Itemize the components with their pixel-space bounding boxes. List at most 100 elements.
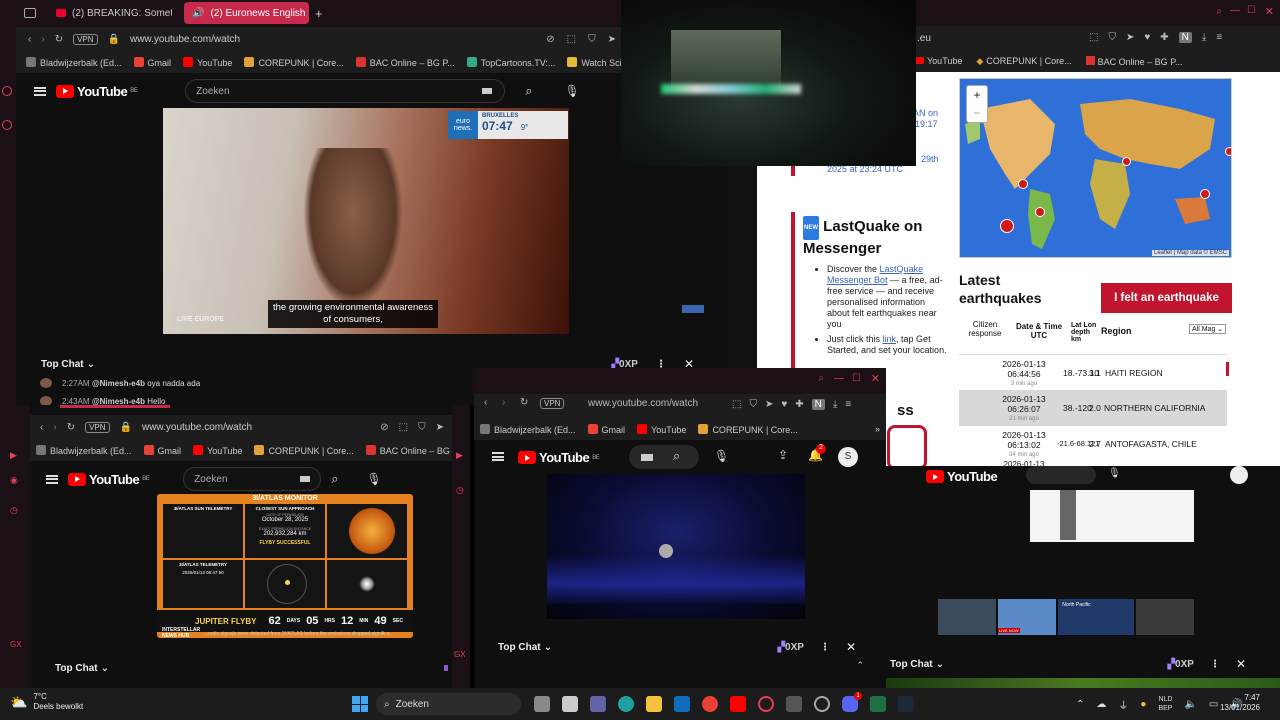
send-icon[interactable]: ➤ [1126,32,1134,43]
quake-marker[interactable] [1035,207,1045,217]
tab-breaking[interactable]: (2) BREAKING: Something [48,2,180,24]
screenshot-icon[interactable]: ⬚ [567,34,576,45]
table-scrollbar[interactable] [1226,362,1229,376]
vpn-badge[interactable]: VPN [540,398,565,409]
search-icon[interactable]: ⌕ [331,471,338,487]
mic-icon[interactable]: 🎙 [714,449,729,463]
bookmark-item[interactable]: BAC Online – BG P... [1085,55,1183,67]
close-icon[interactable]: ✕ [846,640,856,654]
camera-preview[interactable] [621,0,916,166]
keyboard-icon[interactable] [641,454,653,461]
heart-icon[interactable]: ♥ [1144,32,1150,43]
upload-icon[interactable]: ⇪ [778,448,788,462]
url-fragment[interactable]: .eu [917,33,931,44]
shield-icon[interactable]: ⛉ [1108,32,1116,43]
mic-icon[interactable]: 🎙 [564,84,579,98]
get-started-link[interactable]: link [883,334,897,344]
mic-icon[interactable]: 🎙 [1108,468,1121,479]
teams-icon[interactable] [590,696,606,712]
close-button[interactable]: ✕ [1265,5,1274,18]
screenshot-icon[interactable]: ⬚ [399,422,408,433]
youtube-logo[interactable]: YouTube BE [518,450,600,465]
opera-gx-icon[interactable] [758,696,774,712]
chat-title[interactable]: Top Chat [55,663,98,674]
xp-badge[interactable]: ▞0XP [1167,659,1194,670]
xp-badge[interactable]: ▞0XP [777,642,804,653]
table-row[interactable]: 2026-01-13 06:26:07 21 min ago 38.-120 2.0… [959,390,1227,426]
vpn-badge[interactable]: VPN [85,421,110,433]
maximize-button[interactable]: ☐ [852,373,861,384]
sidebar-icon[interactable]: GX [10,640,22,649]
usb-icon[interactable]: ⏚ [1118,697,1128,712]
quake-marker[interactable] [1200,189,1210,199]
bookmark-item[interactable]: Bladwijzerbalk (Ed... [36,444,132,456]
back-icon[interactable]: ‹ [484,397,487,408]
calculator-icon[interactable] [786,696,802,712]
bookmark-item[interactable]: TopCartoons.TV:... [466,56,555,68]
url-field[interactable]: www.youtube.com/watch [588,398,698,409]
search-icon[interactable]: ⌕ [525,83,532,99]
tab-euronews[interactable]: 🔊 (2) Euronews English L [184,2,309,24]
zoom-in-button[interactable]: + [967,86,987,104]
pin-icon[interactable]: ⊘ [546,34,554,45]
screenshot-icon[interactable]: ⬚ [732,399,741,410]
excel-icon[interactable] [870,696,886,712]
minimize-button[interactable]: — [1230,5,1240,16]
sidebar-icon-2[interactable] [2,120,12,130]
reload-icon[interactable]: ↻ [520,397,528,408]
more-bookmarks-icon[interactable]: » [875,424,880,434]
chevron-up-icon[interactable]: ⌃ [856,660,864,671]
zoom-out-button[interactable]: − [967,104,987,122]
clock[interactable]: 7:47 13/01/2026 [1212,693,1260,713]
store-icon[interactable] [562,696,578,712]
youtube-icon[interactable] [730,696,746,712]
youtube-logo[interactable]: YouTube [926,469,998,484]
table-row[interactable]: 2026-01-13 06:44:56 3 min ago 18.-73.10 3.… [959,354,1227,390]
reload-icon[interactable]: ↻ [55,34,63,45]
chevron-down-icon[interactable]: ⌄ [936,659,944,670]
atlas-monitor-video[interactable]: 3I/ATLAS MONITOR 3I/ATLAS SUN TELEMETRY … [157,494,413,638]
window-icon[interactable] [24,8,36,18]
location-icon[interactable]: ● [1140,699,1146,710]
chat-title[interactable]: Top Chat [890,659,933,670]
onedrive-icon[interactable]: ☁ [1096,699,1106,710]
pin-icon[interactable]: ⊘ [380,422,388,433]
quake-marker[interactable] [1018,179,1028,189]
thumbnail[interactable] [938,599,997,635]
minimize-button[interactable]: — [834,373,844,384]
bookmark-item[interactable]: YouTube [193,444,242,456]
bookmark-item[interactable]: YouTube [915,56,962,66]
avatar[interactable] [1230,466,1248,484]
felt-earthquake-button[interactable]: I felt an earthquake [1101,283,1232,313]
close-button[interactable]: ✕ [871,372,880,385]
chevron-down-icon[interactable]: ⌄ [101,663,109,674]
keyboard-icon[interactable] [482,88,493,94]
thumbnail[interactable]: North Pacific [1058,599,1134,635]
close-icon[interactable]: ✕ [1236,657,1246,671]
start-icon[interactable] [352,696,368,712]
mag-filter-select[interactable]: All Mag ⌄ [1189,324,1227,334]
discord-icon[interactable]: 1 [842,692,862,712]
sidebar-icon-1[interactable] [2,86,12,96]
vpn-badge[interactable]: VPN [73,33,98,45]
youtube-logo[interactable]: YouTube BE [68,472,150,487]
more-icon[interactable]: ⋮ [820,642,830,653]
volume-icon[interactable]: 🔈 [1184,699,1196,710]
reload-icon[interactable]: ↻ [67,422,75,433]
mic-icon[interactable]: 🎙 [366,472,381,486]
shield-icon[interactable]: ⛉ [749,399,757,410]
steam-icon[interactable] [898,696,914,712]
search-icon[interactable]: ⌕ [673,448,680,464]
search-pill[interactable] [1026,466,1096,484]
back-icon[interactable]: ‹ [28,34,31,45]
chat-title[interactable]: Top Chat [41,359,84,370]
send-icon[interactable]: ➤ [765,399,773,410]
download-icon[interactable]: ⤓ [1202,32,1206,43]
sidebar-icon[interactable]: GX [454,650,466,659]
sidebar-icon[interactable]: ◷ [456,485,464,496]
quake-marker[interactable] [1000,219,1014,233]
extensions-icon[interactable]: ✚ [795,399,803,410]
back-icon[interactable]: ‹ [40,422,43,433]
concert-video[interactable] [547,474,805,619]
profile-badge[interactable]: N [1178,32,1192,43]
